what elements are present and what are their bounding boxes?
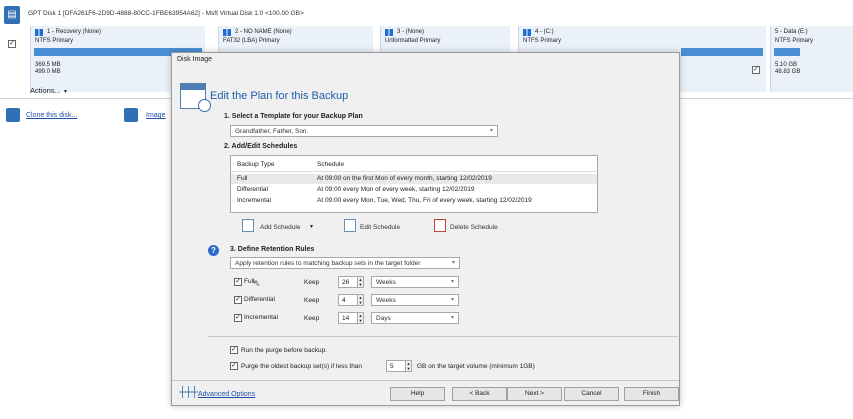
spinner-arrows-icon[interactable]: ▲ ▼ — [357, 312, 364, 324]
chevron-down-icon: ▾ — [450, 279, 454, 285]
section-retention-title: 3. Define Retention Rules — [230, 246, 315, 253]
clone-disk-link[interactable]: Clone this disk... — [26, 112, 77, 119]
partition-4-checkbox[interactable]: ✓ — [752, 66, 760, 74]
partition-type: FAT32 (LBA) Primary — [223, 38, 280, 44]
dialog-heading: Edit the Plan for this Backup — [210, 90, 349, 102]
table-header: Backup Type Schedule — [237, 161, 345, 168]
windows-icon — [35, 29, 43, 36]
disk-header: ▤ GPT Disk 1 [DFA261F6-2D9D-4888-80CC-1F… — [0, 0, 853, 26]
cancel-button[interactable]: Cancel — [564, 387, 619, 401]
differential-unit-select[interactable]: Weeks ▾ — [371, 294, 459, 306]
keep-label: Keep — [304, 279, 320, 286]
partition-name: 1 - Recovery (None) — [47, 29, 102, 35]
table-row[interactable]: Differential At 09:00 every Mon of every… — [231, 185, 597, 195]
dialog-title: Disk Image — [177, 56, 213, 63]
full-keep-spinner[interactable]: 26 ▲ ▼ — [338, 276, 364, 288]
table-row[interactable]: Incremental At 09:00 every Mon, Tue, Wed… — [231, 196, 597, 206]
disk-select-checkbox[interactable]: ✓ — [8, 40, 16, 48]
retention-mode-select[interactable]: Apply retention rules to matching backup… — [230, 257, 460, 269]
chevron-down-icon: ▾ — [489, 128, 493, 134]
partition-5[interactable]: 5 - Data (E:) NTFS Primary 5.10 GB 48.83 … — [770, 26, 853, 92]
divider — [208, 336, 678, 337]
partition-name: 2 - NO NAME (None) — [235, 29, 292, 35]
image-disk-icon — [124, 108, 138, 122]
calendar-clock-icon — [180, 83, 211, 112]
purge-before-label: Run the purge before backup. — [241, 347, 328, 354]
purge-oldest-checkbox[interactable]: ✓ — [230, 362, 238, 370]
full-unit-select[interactable]: Weeks ▾ — [371, 276, 459, 288]
help-question-icon[interactable]: ? — [208, 245, 219, 256]
actions-menu[interactable]: Actions... ▼ — [30, 86, 68, 95]
spinner-arrows-icon[interactable]: ▲ ▼ — [405, 360, 412, 372]
add-schedule-button[interactable]: Add Schedule — [260, 224, 300, 231]
partition-type: NTFS Primary — [35, 38, 73, 44]
full-rule-checkbox[interactable]: ✓ — [234, 278, 242, 286]
delete-schedule-icon — [434, 219, 446, 232]
back-button[interactable]: < Back — [452, 387, 507, 401]
partition-type: Unformatted Primary — [385, 38, 441, 44]
mouse-cursor-icon: ⇖ — [253, 278, 261, 288]
partition-type: NTFS Primary — [523, 38, 561, 44]
purge-oldest-label: Purge the oldest backup set(s) if less t… — [241, 363, 363, 370]
next-button[interactable]: Next > — [507, 387, 562, 401]
differential-keep-spinner[interactable]: 4 ▲ ▼ — [338, 294, 364, 306]
keep-label: Keep — [304, 297, 320, 304]
partition-usage-bar — [774, 48, 800, 56]
section-template-title: 1. Select a Template for your Backup Pla… — [224, 113, 363, 120]
help-button[interactable]: Help — [390, 387, 445, 401]
disk-title: GPT Disk 1 [DFA261F6-2D9D-4888-80CC-1FBE… — [28, 10, 304, 17]
differential-rule-checkbox[interactable]: ✓ — [234, 296, 242, 304]
spinner-arrows-icon[interactable]: ▲ ▼ — [357, 294, 364, 306]
incremental-unit-select[interactable]: Days ▾ — [371, 312, 459, 324]
partition-name: 5 - Data (E:) — [775, 29, 808, 35]
table-row[interactable]: Full At 09:00 on the first Mon of every … — [231, 174, 597, 184]
sliders-icon: ┼┼┼ — [179, 387, 198, 398]
partition-size: 5.10 GB 48.83 GB — [775, 62, 801, 75]
incremental-keep-spinner[interactable]: 14 ▲ ▼ — [338, 312, 364, 324]
disk-icon: ▤ — [4, 6, 20, 24]
finish-button[interactable]: Finish — [624, 387, 679, 401]
edit-schedule-icon — [344, 219, 356, 232]
incremental-rule-checkbox[interactable]: ✓ — [234, 314, 242, 322]
chevron-down-icon: ▾ — [451, 260, 455, 266]
partition-type: NTFS Primary — [775, 38, 813, 44]
incremental-rule-label: Incremental — [244, 314, 278, 321]
partition-size: 369.5 MB 499.0 MB — [35, 62, 61, 75]
clone-disk-icon — [6, 108, 20, 122]
purge-suffix-label: GB on the target volume (minimum 1GB) — [417, 363, 535, 370]
image-disk-link[interactable]: Image — [146, 112, 165, 119]
windows-icon — [223, 29, 231, 36]
chevron-down-icon[interactable]: ▾ — [310, 223, 313, 230]
purge-size-spinner[interactable]: 5 ▲ ▼ — [386, 360, 412, 372]
windows-icon — [523, 29, 531, 36]
windows-icon — [385, 29, 393, 36]
partition-name: 3 - (None) — [397, 29, 425, 35]
keep-label: Keep — [304, 315, 320, 322]
chevron-down-icon: ▾ — [450, 297, 454, 303]
schedule-table: Backup Type Schedule Full At 09:00 on th… — [230, 155, 598, 213]
advanced-options-link[interactable]: Advanced Options — [198, 391, 255, 398]
disk-image-dialog: Disk Image Edit the Plan for this Backup… — [171, 52, 680, 406]
partition-usage-bar — [681, 48, 763, 56]
chevron-down-icon: ▾ — [450, 315, 454, 321]
spinner-arrows-icon[interactable]: ▲ ▼ — [357, 276, 364, 288]
section-schedules-title: 2. Add/Edit Schedules — [224, 143, 298, 150]
purge-before-checkbox[interactable]: ✓ — [230, 346, 238, 354]
divider — [172, 380, 679, 381]
add-schedule-icon — [242, 219, 254, 232]
partition-name: 4 - (C:) — [535, 29, 554, 35]
edit-schedule-button[interactable]: Edit Schedule — [360, 224, 400, 231]
template-select[interactable]: Grandfather, Father, Son. ▾ — [230, 125, 498, 137]
chevron-down-icon: ▼ — [62, 89, 68, 95]
differential-rule-label: Differential — [244, 296, 275, 303]
delete-schedule-button[interactable]: Delete Schedule — [450, 224, 498, 231]
